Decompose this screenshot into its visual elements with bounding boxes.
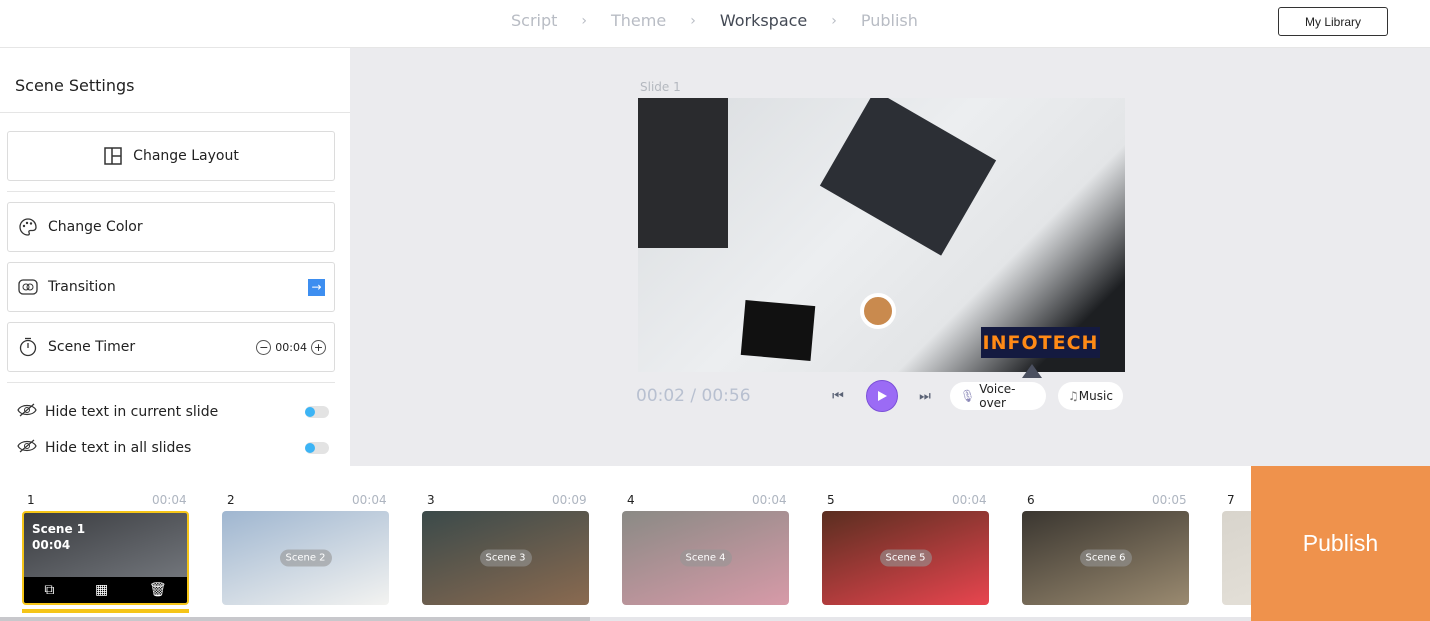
divider bbox=[0, 112, 350, 113]
change-layout-button[interactable]: Change Layout bbox=[7, 131, 335, 181]
scene-duration: 00:04 bbox=[352, 493, 387, 507]
eye-off-icon bbox=[17, 439, 37, 457]
transition-label: Transition bbox=[48, 279, 116, 295]
tablet-image bbox=[740, 300, 816, 361]
filmstrip-scroll-thumb[interactable] bbox=[0, 617, 590, 621]
scene-image[interactable]: Scene 5 bbox=[822, 511, 989, 605]
plus-icon[interactable]: + bbox=[311, 339, 326, 355]
step-theme[interactable]: Theme bbox=[611, 11, 666, 30]
brand-logo-text[interactable]: INFOTECH bbox=[981, 327, 1100, 358]
scene-filmstrip: 1 00:04 Scene 1 00:04 ⧉ ▦ 🗑︎ 2 00:04 Scene 2… bbox=[0, 466, 1251, 621]
scene-duration: 00:04 bbox=[152, 493, 187, 507]
scene-label: Scene 1 bbox=[32, 522, 86, 536]
scene-number: 1 bbox=[27, 493, 35, 507]
scene-number: 2 bbox=[227, 493, 235, 507]
step-workspace[interactable]: Workspace bbox=[720, 11, 807, 30]
scene-image[interactable]: Scene 4 bbox=[622, 511, 789, 605]
caret-up-icon bbox=[1022, 364, 1042, 378]
play-button[interactable] bbox=[866, 380, 898, 412]
chevron-right-icon: › bbox=[690, 12, 696, 29]
timer-value[interactable]: 00:04 bbox=[275, 341, 307, 354]
voice-over-button[interactable]: 🎙︎ Voice-over bbox=[950, 382, 1046, 410]
scene-label: Scene 2 bbox=[279, 549, 332, 567]
scene-title-overlay: Scene 1 00:04 bbox=[32, 521, 85, 553]
chevron-right-icon: › bbox=[581, 12, 588, 29]
duplicate-icon[interactable]: ⧉ bbox=[44, 582, 54, 598]
scene-label: Scene 5 bbox=[879, 549, 932, 567]
printer-image bbox=[638, 98, 728, 248]
play-icon bbox=[878, 391, 887, 401]
scene-timer-row: Scene Timer − 00:04 + bbox=[7, 322, 335, 372]
music-note-icon: ♫ bbox=[1068, 389, 1079, 403]
palette-icon bbox=[18, 217, 38, 237]
slide-label: Slide 1 bbox=[640, 80, 681, 94]
scene-image[interactable]: Scene 2 bbox=[222, 511, 389, 605]
eye-off-icon bbox=[17, 403, 37, 421]
wizard-steps: Script › Theme › Workspace › Publish bbox=[511, 11, 918, 30]
scene-duration: 00:09 bbox=[552, 493, 587, 507]
scene-number: 3 bbox=[427, 493, 435, 507]
step-publish[interactable]: Publish bbox=[861, 11, 918, 30]
hide-text-current-row: Hide text in current slide bbox=[17, 403, 329, 421]
transition-icon bbox=[18, 277, 38, 297]
scene-settings-panel: Scene Settings Change Layout Change Colo… bbox=[0, 48, 350, 466]
arrow-right-icon[interactable]: → bbox=[308, 278, 325, 296]
scene-image[interactable]: Scene 6 bbox=[1022, 511, 1189, 605]
coffee-image bbox=[860, 293, 896, 329]
scene-timer-label: Scene Timer bbox=[48, 339, 136, 355]
layout-icon[interactable]: ▦ bbox=[95, 582, 108, 598]
hide-text-current-label: Hide text in current slide bbox=[45, 404, 219, 420]
change-color-button[interactable]: Change Color bbox=[7, 202, 335, 252]
skip-back-icon[interactable]: ⏮ bbox=[830, 388, 846, 404]
music-label: Music bbox=[1078, 389, 1113, 403]
minus-icon[interactable]: − bbox=[256, 339, 272, 355]
hide-text-all-row: Hide text in all slides bbox=[17, 439, 329, 457]
microphone-icon: 🎙︎ bbox=[960, 389, 976, 403]
music-button[interactable]: ♫ Music bbox=[1058, 382, 1123, 410]
scene-label: Scene 6 bbox=[1079, 549, 1132, 567]
selected-scene-indicator bbox=[22, 609, 189, 613]
transition-button[interactable]: Transition → bbox=[7, 262, 335, 312]
scene-time: 00:04 bbox=[32, 538, 71, 552]
panel-title: Scene Settings bbox=[15, 76, 135, 95]
stopwatch-icon bbox=[18, 337, 38, 357]
scene-image[interactable]: Scene 1 00:04 ⧉ ▦ 🗑︎ bbox=[22, 511, 189, 605]
hide-text-all-toggle[interactable] bbox=[305, 442, 329, 454]
publish-button[interactable]: Publish bbox=[1251, 466, 1430, 621]
scene-number: 5 bbox=[827, 493, 835, 507]
hide-text-current-toggle[interactable] bbox=[305, 406, 329, 418]
scene-duration: 00:04 bbox=[952, 493, 987, 507]
scene-number: 6 bbox=[1027, 493, 1035, 507]
top-bar: Script › Theme › Workspace › Publish My Lib… bbox=[0, 0, 1430, 48]
scene-label: Scene 3 bbox=[479, 549, 532, 567]
scene-duration: 00:05 bbox=[1152, 493, 1187, 507]
hide-text-all-label: Hide text in all slides bbox=[45, 440, 192, 456]
step-script[interactable]: Script bbox=[511, 11, 557, 30]
divider bbox=[7, 191, 335, 192]
divider bbox=[7, 382, 335, 383]
playback-time: 00:02 / 00:56 bbox=[636, 386, 751, 406]
skip-forward-icon[interactable]: ⏭ bbox=[917, 388, 933, 404]
scene-number: 4 bbox=[627, 493, 635, 507]
layout-icon bbox=[103, 146, 123, 166]
laptop-image bbox=[819, 98, 997, 256]
scene-duration: 00:04 bbox=[752, 493, 787, 507]
my-library-button[interactable]: My Library bbox=[1278, 7, 1388, 36]
scene-number: 7 bbox=[1227, 493, 1235, 507]
chevron-right-icon: › bbox=[831, 12, 837, 29]
voice-over-label: Voice-over bbox=[979, 382, 1016, 410]
scene-image[interactable] bbox=[1222, 511, 1251, 605]
scene-actions: ⧉ ▦ 🗑︎ bbox=[24, 577, 187, 603]
change-color-label: Change Color bbox=[48, 219, 143, 235]
change-layout-label: Change Layout bbox=[133, 148, 239, 164]
trash-icon[interactable]: 🗑︎ bbox=[149, 582, 167, 598]
scene-image[interactable]: Scene 3 bbox=[422, 511, 589, 605]
scene-label: Scene 4 bbox=[679, 549, 732, 567]
